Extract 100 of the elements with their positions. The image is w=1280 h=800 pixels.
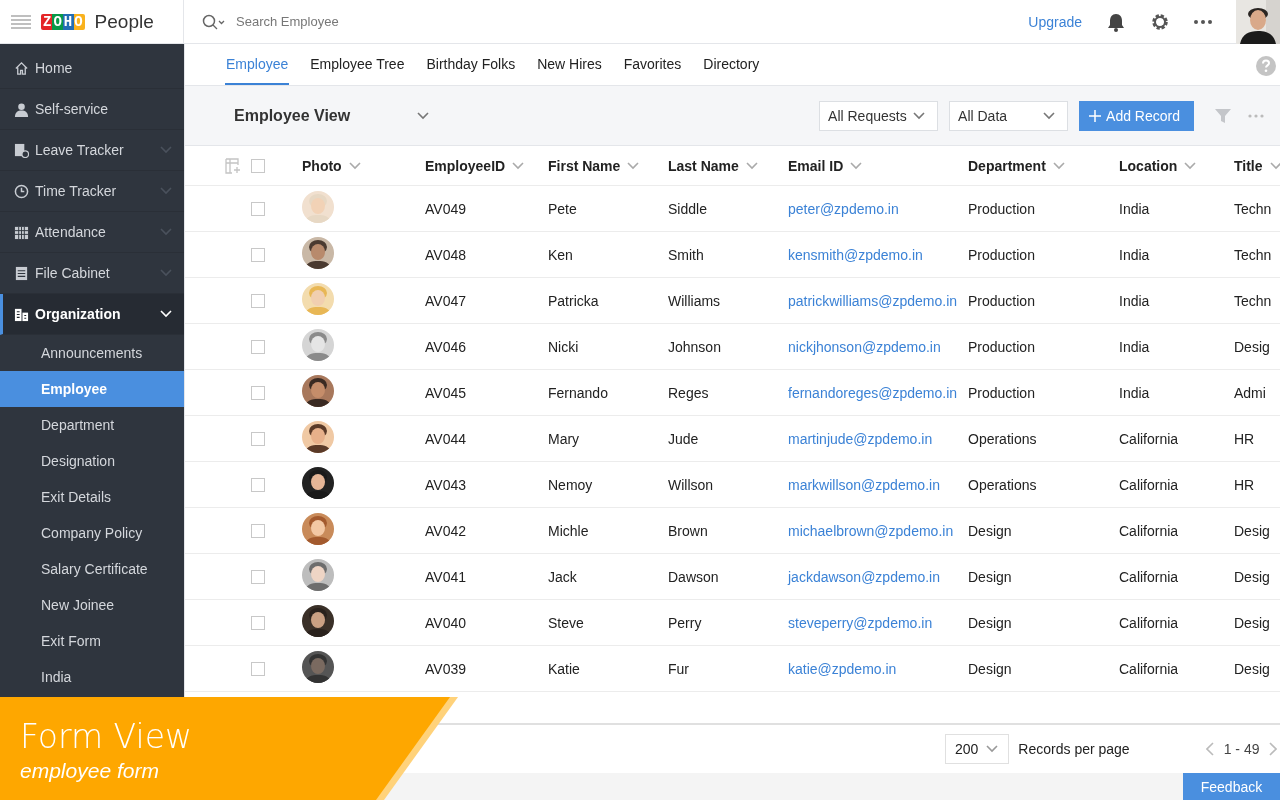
column-header[interactable]: First Name (548, 157, 668, 174)
email-link[interactable]: fernandoreges@zpdemo.in (788, 384, 958, 401)
tab[interactable]: Employee Tree (309, 44, 406, 85)
calendar-clock-icon (14, 142, 29, 158)
row-checkbox[interactable] (251, 477, 265, 492)
table-cell: Design (968, 568, 1012, 585)
email-link[interactable]: kensmith@zpdemo.in (788, 246, 923, 263)
filter-dropdown[interactable]: All Data (949, 100, 1069, 131)
table-cell: Production (968, 338, 1035, 355)
table-cell: Production (968, 292, 1035, 309)
filter-icon[interactable] (1214, 106, 1232, 125)
table-cell: California (1119, 614, 1179, 631)
chevron-down-icon (1043, 111, 1056, 120)
email-link[interactable]: katie@zpdemo.in (788, 660, 897, 677)
sidebar-subitem[interactable]: New Joinee (0, 587, 184, 623)
row-checkbox[interactable] (251, 615, 265, 630)
settings-icon[interactable] (1150, 11, 1170, 32)
menu-icon[interactable] (11, 14, 31, 29)
column-header[interactable]: Location (1119, 157, 1234, 174)
table-cell: Operations (968, 476, 1037, 493)
table-cell: AV046 (425, 338, 466, 355)
email-link[interactable]: martinjude@zpdemo.in (788, 430, 933, 447)
table-cell: AV042 (425, 522, 466, 539)
row-checkbox[interactable] (251, 247, 265, 262)
bell-icon[interactable] (1106, 11, 1126, 32)
chevron-down-icon (986, 745, 999, 753)
sidebar-subitem[interactable]: Salary Certificate (0, 551, 184, 587)
table-cell: Production (968, 246, 1035, 263)
email-link[interactable]: peter@zpdemo.in (788, 200, 899, 217)
table-cell: Brown (668, 522, 708, 539)
upgrade-link[interactable]: Upgrade (1028, 13, 1082, 30)
table-cell: Desig (1234, 338, 1270, 355)
sort-chevron-icon (1184, 161, 1197, 170)
table-cell: Design (968, 614, 1012, 631)
sidebar-subitem[interactable]: India (0, 659, 184, 695)
more-icon[interactable] (1194, 19, 1212, 24)
column-header[interactable]: Last Name (668, 157, 788, 174)
row-checkbox[interactable] (251, 293, 265, 308)
row-checkbox[interactable] (251, 339, 265, 354)
table-cell: Willson (668, 476, 714, 493)
email-link[interactable]: jackdawson@zpdemo.in (788, 568, 940, 585)
table-cell: Design (968, 660, 1012, 677)
email-link[interactable]: michaelbrown@zpdemo.in (788, 522, 954, 539)
table-cell: California (1119, 568, 1179, 585)
row-checkbox[interactable] (251, 523, 265, 538)
column-header[interactable]: EmployeeID (425, 157, 548, 174)
sidebar-item[interactable]: Leave Tracker (0, 130, 184, 171)
row-checkbox[interactable] (251, 569, 265, 584)
sort-chevron-icon (512, 161, 525, 170)
email-link[interactable]: nickjhonson@zpdemo.in (788, 338, 941, 355)
help-icon[interactable] (1256, 56, 1276, 76)
calendar-icon (14, 224, 29, 240)
sidebar-item[interactable]: Organization (0, 294, 184, 335)
tab[interactable]: New Hires (536, 44, 603, 85)
row-checkbox[interactable] (251, 385, 265, 400)
caption-subtitle: employee form (20, 759, 159, 783)
column-header[interactable]: Title (1234, 157, 1280, 174)
table-cell: Fur (668, 660, 689, 677)
sidebar-item[interactable]: Attendance (0, 212, 184, 253)
table-cell: Production (968, 200, 1035, 217)
column-header[interactable]: Photo (302, 157, 425, 174)
sidebar-subitem[interactable]: Exit Details (0, 479, 184, 515)
search-icon[interactable] (202, 13, 226, 30)
table-cell: Jack (548, 568, 577, 585)
clock-icon (14, 183, 29, 199)
row-checkbox[interactable] (251, 431, 265, 446)
per-page-dropdown[interactable]: 200 (945, 734, 1010, 764)
table-cell: Reges (668, 384, 709, 401)
tab[interactable]: Directory (702, 44, 761, 85)
table-cell: Katie (548, 660, 580, 677)
table-cell: Dawson (668, 568, 719, 585)
table-cell: Fernando (548, 384, 608, 401)
sidebar-item[interactable]: Self-service (0, 89, 184, 130)
view-selector[interactable]: Employee View (234, 106, 429, 125)
previous-page-icon[interactable] (1205, 742, 1214, 756)
table-cell: Michle (548, 522, 589, 539)
sidebar-subitem[interactable]: Company Policy (0, 515, 184, 551)
row-checkbox[interactable] (251, 201, 265, 216)
email-link[interactable]: steveperry@zpdemo.in (788, 614, 933, 631)
page-range: 1 - 49 (1223, 741, 1260, 757)
tab[interactable]: Birthday Folks (425, 44, 517, 85)
sidebar-subitem[interactable]: Department (0, 407, 184, 443)
filter-dropdown[interactable]: All Requests (819, 100, 939, 131)
row-checkbox[interactable] (251, 661, 265, 676)
column-header[interactable]: Department (968, 157, 1119, 174)
tab[interactable]: Favorites (622, 44, 683, 85)
column-header[interactable]: Email ID (788, 157, 968, 174)
next-page-icon[interactable] (1269, 742, 1278, 756)
sidebar-subitem[interactable]: Exit Form (0, 623, 184, 659)
email-link[interactable]: markwillson@zpdemo.in (788, 476, 940, 493)
table-cell: Desig (1234, 522, 1270, 539)
sidebar-item[interactable]: Home (0, 48, 184, 89)
sidebar-item[interactable]: Time Tracker (0, 171, 184, 212)
email-link[interactable]: patrickwilliams@zpdemo.in (788, 292, 958, 309)
add-column-icon[interactable] (225, 157, 241, 174)
sidebar-subitem[interactable]: Designation (0, 443, 184, 479)
sidebar-subitem[interactable]: Announcements (0, 335, 184, 371)
table-cell: Williams (668, 292, 721, 309)
table-cell: AV040 (425, 614, 466, 631)
select-all-checkbox[interactable] (251, 158, 265, 173)
